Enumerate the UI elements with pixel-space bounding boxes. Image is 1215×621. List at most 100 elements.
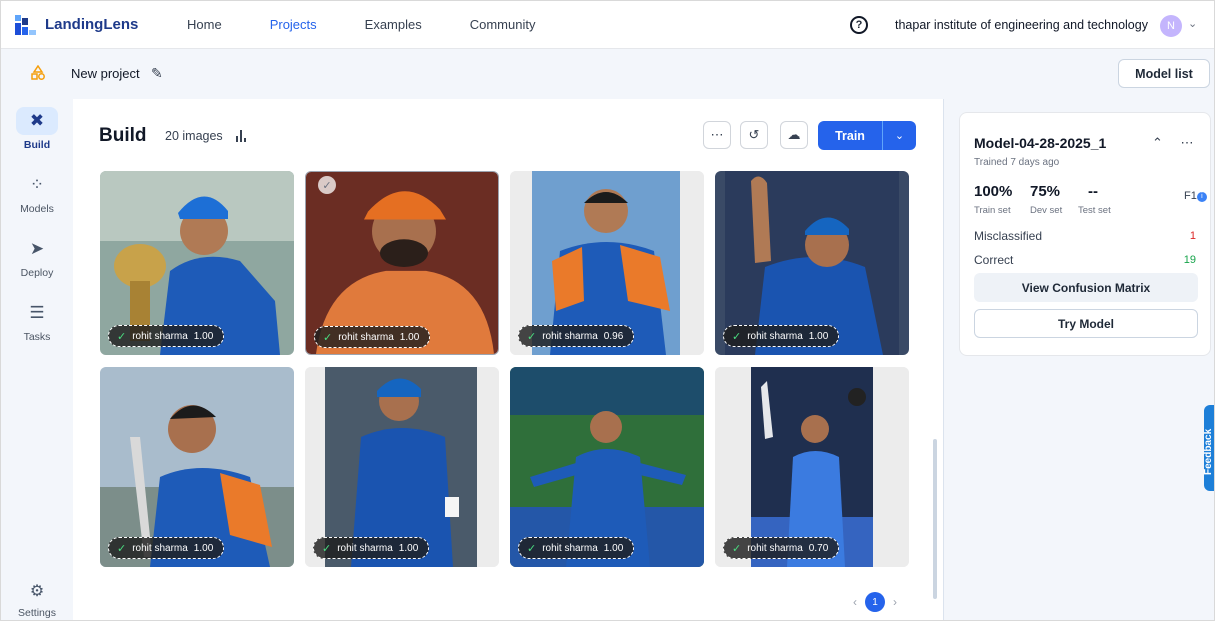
sidebar-item-deploy[interactable]: ➤ Deploy [1, 235, 73, 279]
project-name: New project [71, 66, 140, 81]
project-shapes-icon [31, 65, 45, 80]
correct-count: 19 [1183, 254, 1196, 266]
feedback-tab[interactable]: Feedback [1204, 405, 1214, 491]
check-icon: ✓ [323, 331, 333, 344]
class-label: rohit sharma [542, 542, 598, 554]
model-name[interactable]: Model-04-28-2025_1 [974, 135, 1106, 151]
gear-icon: ⚙ [29, 583, 45, 600]
check-icon: ✓ [527, 542, 537, 555]
tools-icon: ✖ [16, 107, 58, 135]
check-icon: ✓ [732, 330, 742, 343]
dev-set-label: Dev set [1030, 205, 1063, 216]
confidence-score: 1.00 [193, 330, 214, 342]
build-panel: Build 20 images ⋯ ↺ ☁ Train ⌄ ✓ rohit sh… [73, 99, 943, 620]
logo[interactable]: LandingLens [15, 13, 175, 37]
check-icon: ✓ [117, 542, 127, 555]
chevron-left-icon[interactable]: ‹ [853, 595, 857, 609]
sidebar-item-settings[interactable]: ⚙ Settings [1, 581, 73, 619]
scrollbar[interactable] [933, 439, 937, 599]
history-icon[interactable]: ↺ [740, 121, 768, 149]
check-icon: ✓ [527, 330, 537, 343]
label-chip[interactable]: ✓ rohit sharma 1.00 [518, 537, 635, 559]
sidebar-item-label: Tasks [23, 331, 51, 343]
image-card[interactable]: ✓ rohit sharma 1.00 [305, 367, 499, 567]
app-name: LandingLens [45, 16, 139, 33]
org-name[interactable]: thapar institute of engineering and tech… [895, 18, 1148, 32]
image-card[interactable]: ✓ ✓ rohit sharma 1.00 [305, 171, 499, 355]
chevron-up-icon[interactable]: ⌃ [1152, 135, 1163, 150]
train-set-value: 100% [974, 183, 1013, 200]
confidence-score: 1.00 [399, 331, 420, 343]
pagination: ‹ 1 › [853, 592, 897, 612]
sidebar-item-tasks[interactable]: ☰ Tasks [1, 299, 73, 343]
image-card[interactable]: ✓ rohit sharma 1.00 [715, 171, 909, 355]
confidence-score: 1.00 [193, 542, 214, 554]
class-label: rohit sharma [132, 542, 188, 554]
image-card[interactable]: ✓ rohit sharma 1.00 [510, 367, 704, 567]
landinglens-logo-icon [15, 13, 37, 37]
check-icon: ✓ [322, 542, 332, 555]
label-chip[interactable]: ✓ rohit sharma 1.00 [108, 325, 225, 347]
confidence-score: 1.00 [808, 330, 829, 342]
chevron-down-icon[interactable]: ⌄ [883, 129, 916, 142]
view-confusion-matrix-button[interactable]: View Confusion Matrix [974, 273, 1198, 302]
sidebar-item-models[interactable]: ⁘ Models [1, 171, 73, 215]
more-options-button[interactable]: ⋯ [703, 121, 731, 149]
models-icon: ⁘ [29, 175, 45, 194]
tasks-icon: ☰ [29, 303, 45, 322]
nav-examples[interactable]: Examples [365, 17, 422, 32]
class-label: rohit sharma [337, 542, 393, 554]
select-checkbox[interactable]: ✓ [318, 176, 336, 194]
chevron-right-icon[interactable]: › [893, 595, 897, 609]
rocket-icon: ➤ [29, 239, 45, 258]
label-chip[interactable]: ✓ rohit sharma 1.00 [108, 537, 225, 559]
avatar[interactable]: N [1160, 15, 1182, 37]
sidebar-item-label: Build [23, 139, 51, 151]
page-title: Build [99, 125, 147, 146]
correct-label: Correct [974, 253, 1014, 267]
try-model-button[interactable]: Try Model [974, 309, 1198, 338]
nav-links: Home Projects Examples Community [187, 17, 583, 32]
metric-name-text: F1 [1184, 190, 1197, 202]
label-chip[interactable]: ✓ rohit sharma 1.00 [313, 537, 430, 559]
misclassified-label: Misclassified [974, 229, 1043, 243]
class-label: rohit sharma [132, 330, 188, 342]
label-chip[interactable]: ✓ rohit sharma 1.00 [314, 326, 431, 348]
image-count: 20 images [165, 129, 223, 143]
page-number[interactable]: 1 [865, 592, 885, 612]
image-card[interactable]: ✓ rohit sharma 0.70 [715, 367, 909, 567]
image-card[interactable]: ✓ rohit sharma 1.00 [100, 367, 294, 567]
class-label: rohit sharma [338, 331, 394, 343]
model-list-button[interactable]: Model list [1118, 59, 1210, 88]
check-icon: ✓ [732, 542, 742, 555]
metric-name: F1 i [1184, 190, 1207, 202]
image-card[interactable]: ✓ rohit sharma 1.00 [100, 171, 294, 355]
confidence-score: 0.96 [603, 330, 624, 342]
image-card[interactable]: ✓ rohit sharma 0.96 [510, 171, 704, 355]
more-options-icon[interactable]: ⋯ [1181, 135, 1194, 150]
chevron-down-icon[interactable]: ⌄ [1188, 17, 1197, 30]
train-button[interactable]: Train ⌄ [818, 121, 916, 150]
label-chip[interactable]: ✓ rohit sharma 0.96 [518, 325, 635, 347]
nav-community[interactable]: Community [470, 17, 536, 32]
top-nav: LandingLens Home Projects Examples Commu… [1, 1, 1214, 49]
help-icon[interactable]: ? [850, 16, 868, 34]
sidebar: ✖ Build ⁘ Models ➤ Deploy ☰ Tasks [1, 99, 73, 620]
stats-bars-icon[interactable] [235, 128, 249, 142]
sidebar-item-label: Models [20, 203, 54, 215]
label-chip[interactable]: ✓ rohit sharma 0.70 [723, 537, 840, 559]
sidebar-item-label: Settings [18, 607, 56, 619]
info-icon[interactable]: i [1196, 192, 1207, 202]
class-label: rohit sharma [747, 542, 803, 554]
sidebar-item-label: Deploy [20, 267, 54, 279]
pencil-icon[interactable]: ✎ [151, 65, 163, 82]
cloud-upload-icon[interactable]: ☁ [780, 121, 808, 149]
dev-set-value: 75% [1030, 183, 1061, 200]
nav-projects[interactable]: Projects [270, 17, 317, 32]
check-icon: ✓ [117, 330, 127, 343]
label-chip[interactable]: ✓ rohit sharma 1.00 [723, 325, 840, 347]
nav-home[interactable]: Home [187, 17, 222, 32]
project-header [1, 49, 1214, 99]
sidebar-item-build[interactable]: ✖ Build [1, 107, 73, 151]
confidence-score: 1.00 [603, 542, 624, 554]
